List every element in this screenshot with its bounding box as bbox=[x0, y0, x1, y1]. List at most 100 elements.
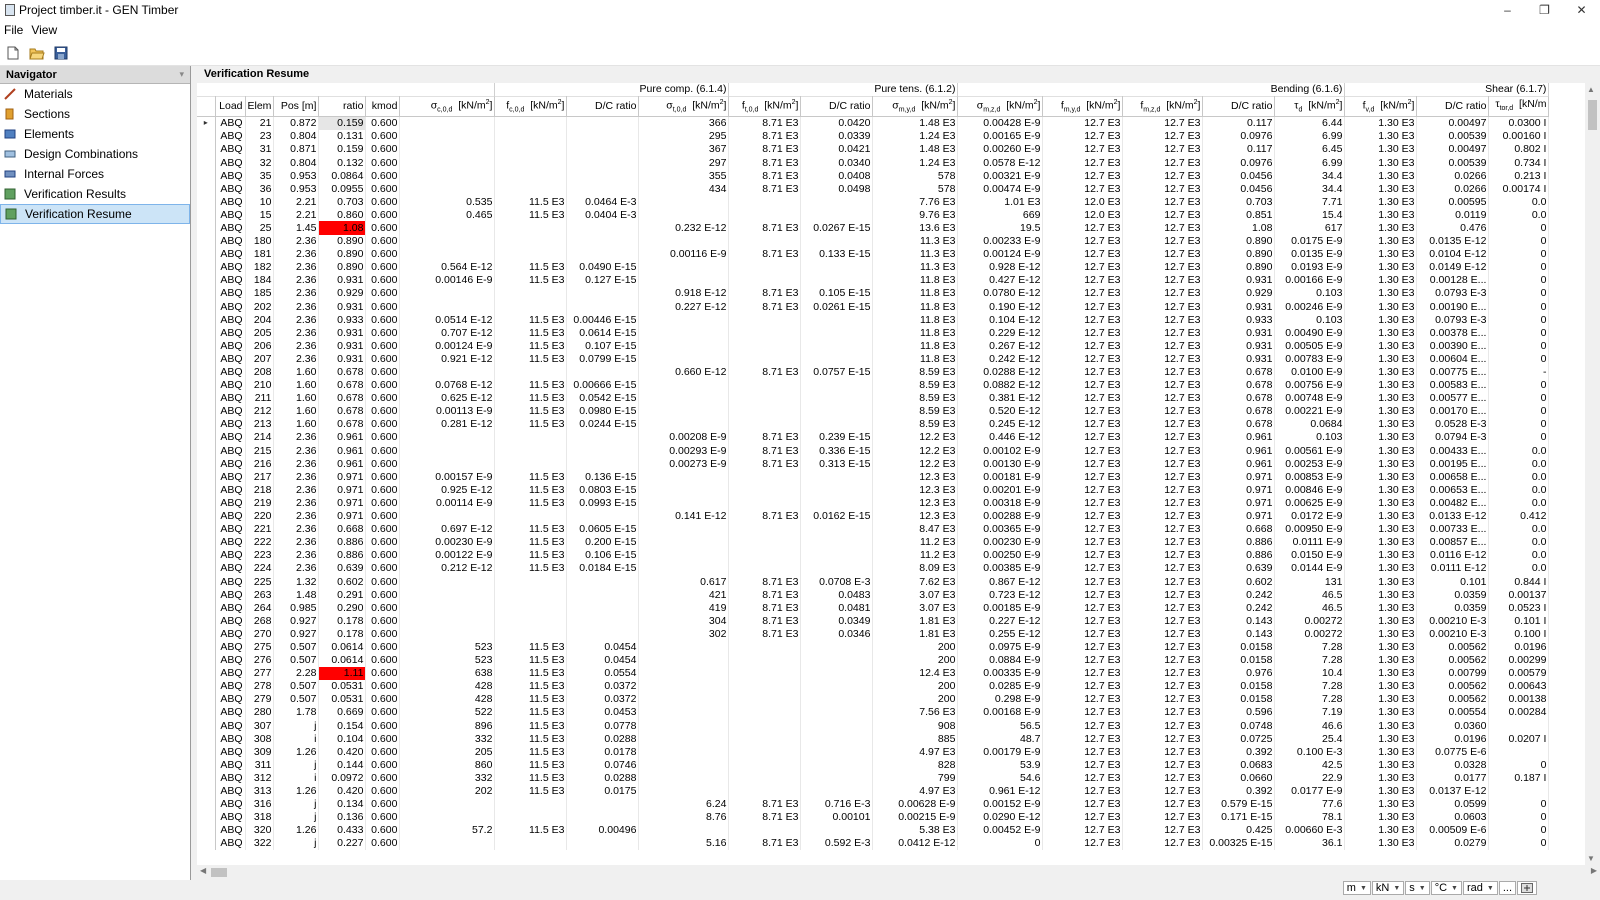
table-cell[interactable]: ABQ bbox=[215, 352, 246, 366]
table-cell[interactable]: 0.00160 I bbox=[1488, 129, 1550, 143]
table-cell[interactable]: 0.0498 bbox=[800, 182, 874, 196]
table-cell[interactable]: 12.3 E3 bbox=[872, 470, 959, 484]
table-cell[interactable]: 0.00433 E... bbox=[1416, 444, 1490, 458]
table-cell[interactable]: 0.600 bbox=[365, 260, 401, 274]
table-cell[interactable]: 0.0976 bbox=[1202, 155, 1276, 170]
table-cell[interactable] bbox=[800, 378, 874, 392]
table-cell[interactable] bbox=[800, 352, 874, 366]
table-cell[interactable]: 0.697 E-12 bbox=[399, 522, 496, 536]
table-cell[interactable]: 434 bbox=[638, 182, 730, 196]
table-cell[interactable]: ABQ bbox=[215, 548, 246, 562]
table-cell[interactable]: 0.0780 E-12 bbox=[957, 286, 1044, 300]
table-cell[interactable]: 8.59 E3 bbox=[872, 378, 959, 392]
table-cell[interactable]: 0.00390 E... bbox=[1416, 339, 1490, 353]
table-cell[interactable]: 0.0266 bbox=[1416, 169, 1490, 183]
table-cell[interactable]: 0.0725 bbox=[1202, 732, 1276, 746]
table-cell[interactable] bbox=[399, 444, 496, 458]
table-cell[interactable]: 0.227 E-12 bbox=[957, 614, 1044, 628]
table-cell[interactable] bbox=[638, 692, 730, 706]
row-header[interactable] bbox=[197, 391, 216, 405]
row-header[interactable] bbox=[197, 548, 216, 562]
table-cell[interactable]: 278 bbox=[245, 679, 275, 693]
table-cell[interactable] bbox=[399, 601, 496, 615]
row-header[interactable] bbox=[197, 365, 216, 379]
table-cell[interactable]: 11.2 E3 bbox=[872, 535, 959, 549]
table-cell[interactable]: 896 bbox=[399, 719, 496, 733]
table-cell[interactable] bbox=[728, 666, 802, 680]
table-cell[interactable]: ABQ bbox=[215, 169, 246, 183]
table-cell[interactable]: 0.0708 E-3 bbox=[800, 574, 874, 589]
table-cell[interactable]: 1.30 E3 bbox=[1344, 313, 1418, 327]
table-cell[interactable]: 11.8 E3 bbox=[872, 326, 959, 340]
table-cell[interactable]: 12.7 E3 bbox=[1042, 810, 1124, 824]
table-cell[interactable]: 0.00114 E-9 bbox=[399, 496, 496, 510]
table-cell[interactable]: 0.860 bbox=[318, 208, 367, 222]
table-cell[interactable]: 8.09 E3 bbox=[872, 561, 959, 575]
row-header[interactable] bbox=[197, 195, 216, 209]
table-cell[interactable] bbox=[800, 496, 874, 510]
table-cell[interactable]: 12.7 E3 bbox=[1042, 300, 1124, 314]
table-cell[interactable]: 0.600 bbox=[365, 509, 401, 523]
column-header[interactable]: Elem bbox=[245, 95, 275, 118]
table-row[interactable]: ABQ 316 j 0.134 0.600 6.24 8.71 E3 0.716 E-3 0.0… bbox=[197, 797, 1550, 811]
table-cell[interactable]: ABQ bbox=[215, 614, 246, 628]
table-cell[interactable]: 0.0 bbox=[1488, 444, 1550, 458]
table-cell[interactable]: 7.62 E3 bbox=[872, 574, 959, 589]
table-cell[interactable]: 1.30 E3 bbox=[1344, 404, 1418, 418]
table-cell[interactable]: 0.0261 E-15 bbox=[800, 300, 874, 314]
table-cell[interactable]: 202 bbox=[399, 784, 496, 798]
column-header[interactable]: σt,0,d [kN/m2] bbox=[638, 95, 730, 118]
table-cell[interactable]: 0.154 bbox=[318, 719, 367, 733]
row-header[interactable] bbox=[197, 273, 216, 287]
table-cell[interactable]: 0.0972 bbox=[318, 771, 367, 785]
table-cell[interactable]: 12.0 E3 bbox=[1042, 195, 1124, 209]
table-cell[interactable]: 0.971 bbox=[318, 470, 367, 484]
table-cell[interactable] bbox=[800, 771, 874, 785]
table-cell[interactable]: 0.600 bbox=[365, 627, 401, 641]
table-cell[interactable] bbox=[566, 300, 640, 314]
table-row[interactable]: ABQ 270 0.927 0.178 0.600 302 8.71 E3 0.0346 1.8… bbox=[197, 627, 1550, 641]
table-cell[interactable]: 6.99 bbox=[1274, 129, 1346, 143]
table-cell[interactable]: 0 bbox=[1488, 836, 1550, 850]
table-cell[interactable]: 219 bbox=[245, 496, 275, 510]
table-cell[interactable]: 1.30 E3 bbox=[1344, 548, 1418, 562]
table-cell[interactable]: 11.5 E3 bbox=[494, 483, 568, 497]
row-header[interactable] bbox=[197, 260, 216, 274]
table-cell[interactable]: 0.0172 E-9 bbox=[1274, 509, 1346, 523]
table-cell[interactable]: 1.30 E3 bbox=[1344, 286, 1418, 300]
table-cell[interactable]: 12.2 E3 bbox=[872, 457, 959, 471]
scroll-down-icon[interactable]: ▼ bbox=[1587, 854, 1595, 863]
table-cell[interactable]: 0.00756 E-9 bbox=[1274, 378, 1346, 392]
table-cell[interactable]: 1.30 E3 bbox=[1344, 483, 1418, 497]
table-cell[interactable]: 36 bbox=[245, 182, 275, 196]
table-cell[interactable]: 19.5 bbox=[957, 221, 1044, 235]
table-cell[interactable]: 0.600 bbox=[365, 391, 401, 405]
table-cell[interactable]: 12.7 E3 bbox=[1042, 496, 1124, 510]
table-cell[interactable]: 8.71 E3 bbox=[728, 286, 802, 300]
table-cell[interactable] bbox=[800, 417, 874, 431]
table-cell[interactable] bbox=[494, 444, 568, 458]
table-cell[interactable]: 0.600 bbox=[365, 365, 401, 379]
unit-dropdown[interactable]: °C ▼ bbox=[1430, 881, 1462, 895]
table-cell[interactable]: 0 bbox=[1488, 404, 1550, 418]
table-cell[interactable]: 0.600 bbox=[365, 548, 401, 562]
table-cell[interactable]: 12.3 E3 bbox=[872, 496, 959, 510]
table-cell[interactable]: 1.30 E3 bbox=[1344, 326, 1418, 340]
table-cell[interactable]: 1.30 E3 bbox=[1344, 300, 1418, 314]
table-cell[interactable] bbox=[800, 640, 874, 654]
table-cell[interactable]: 270 bbox=[245, 627, 275, 641]
table-cell[interactable]: 224 bbox=[245, 561, 275, 575]
table-cell[interactable]: 0.600 bbox=[365, 483, 401, 497]
column-header[interactable]: ft,0,d [kN/m2] bbox=[728, 95, 802, 118]
row-header[interactable] bbox=[197, 326, 216, 340]
table-cell[interactable] bbox=[800, 326, 874, 340]
table-cell[interactable] bbox=[728, 732, 802, 746]
table-cell[interactable]: 12.7 E3 bbox=[1122, 208, 1204, 222]
table-cell[interactable]: 0.212 E-12 bbox=[399, 561, 496, 575]
table-cell[interactable]: 0.00168 E-9 bbox=[957, 705, 1044, 719]
table-cell[interactable]: 0.600 bbox=[365, 116, 401, 130]
table-row[interactable]: ABQ 214 2.36 0.961 0.600 0.00208 E-9 8.71 E3 0.… bbox=[197, 430, 1550, 445]
table-cell[interactable]: 12.7 E3 bbox=[1042, 836, 1124, 850]
table-cell[interactable]: 0.00628 E-9 bbox=[872, 797, 959, 811]
table-cell[interactable]: 1.30 E3 bbox=[1344, 496, 1418, 510]
